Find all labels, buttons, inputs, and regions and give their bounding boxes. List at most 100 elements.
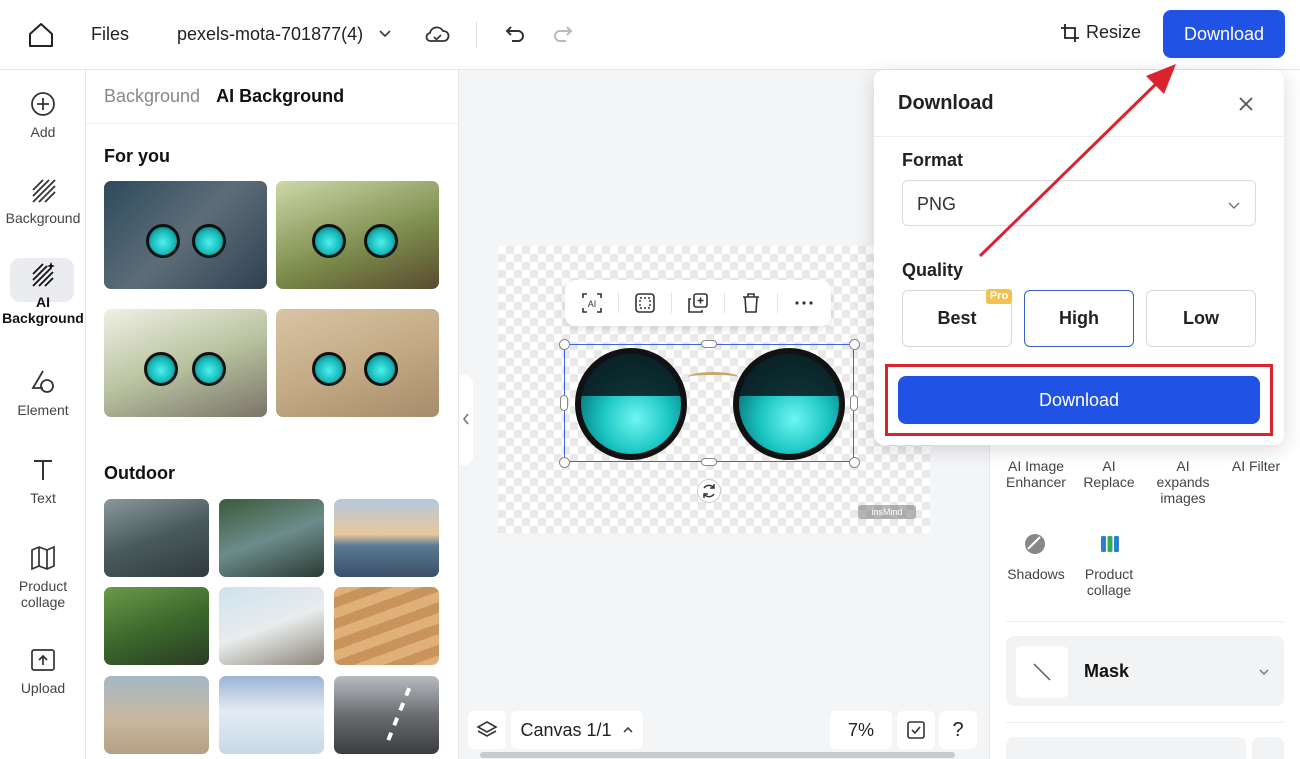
section-title-outdoor: Outdoor [104,463,175,483]
rail-item-product-collage[interactable]: Product collage [0,544,86,610]
toolbar-divider [724,293,725,313]
glasses-lens [364,224,398,259]
tool-ai-image-enhancer[interactable]: AI Image Enhancer [1002,458,1070,490]
thumbnail-for-you-3[interactable] [104,309,267,417]
format-select[interactable]: PNG [902,180,1256,226]
collage-icon [1101,536,1119,552]
road-marking [384,687,412,745]
download-button-top[interactable]: Download [1163,10,1285,58]
glasses-lens [192,352,226,387]
undo-icon[interactable] [503,22,527,46]
thumbnail-outdoor-9[interactable] [334,676,439,754]
collapse-panel-button[interactable] [459,375,473,465]
select-area-icon[interactable] [634,292,656,314]
glasses-lens [192,224,226,259]
toolbar-divider [671,293,672,313]
home-icon[interactable] [26,20,56,50]
format-value: PNG [917,194,957,214]
more-icon[interactable] [793,292,815,314]
popup-divider [874,136,1284,137]
resize-handle[interactable] [560,395,568,411]
glasses-lens [144,352,178,387]
tool-ai-replace[interactable]: AI Replace [1078,458,1140,490]
checklist-button[interactable] [897,711,935,749]
resize-button[interactable]: Resize [1060,22,1141,43]
next-section[interactable] [1006,737,1246,759]
selection-box[interactable] [564,344,854,462]
chevron-down-icon [1259,669,1269,676]
mask-section[interactable]: Mask [1006,636,1284,706]
resize-handle[interactable] [701,458,717,466]
quality-high-button[interactable]: High [1024,290,1134,347]
map-icon [31,545,55,571]
chevron-down-icon[interactable] [378,27,392,41]
format-label: Format [902,150,964,170]
rail-item-add[interactable]: Add [0,90,86,140]
hatch-icon [32,179,56,203]
panel-divider [1006,621,1284,622]
trash-icon[interactable] [740,292,762,314]
thumbnail-for-you-1[interactable] [104,181,267,289]
rail-item-background[interactable]: Background [0,176,86,226]
glasses-lens [364,352,398,387]
watermark: insMind [858,505,916,519]
tool-ai-expands-images[interactable]: AI expands images [1150,458,1216,506]
close-icon[interactable] [1236,94,1256,114]
file-name[interactable]: pexels-mota-701877(4) [177,24,363,45]
rotate-handle[interactable] [697,479,721,503]
duplicate-icon[interactable] [687,292,709,314]
thumbnail-for-you-2[interactable] [276,181,439,289]
resize-handle[interactable] [849,339,860,350]
horizontal-scrollbar[interactable] [480,752,955,758]
chevron-down-icon [1228,202,1240,210]
rail-item-element[interactable]: Element [0,368,86,418]
glasses-lens [312,352,346,387]
help-button[interactable]: ? [939,711,977,749]
files-link[interactable]: Files [91,24,129,45]
rail-label-upload: Upload [20,680,66,696]
thumbnail-outdoor-4[interactable] [104,587,209,665]
layers-button[interactable] [468,711,506,749]
thumbnail-outdoor-7[interactable] [104,676,209,754]
thumbnail-outdoor-2[interactable] [219,499,324,577]
zoom-level[interactable]: 7% [830,711,892,749]
thumbnail-outdoor-8[interactable] [219,676,324,754]
tab-ai-background[interactable]: AI Background [216,86,344,107]
rail-item-text[interactable]: Text [0,456,86,506]
thumbnail-outdoor-1[interactable] [104,499,209,577]
layers-icon [476,721,498,737]
resize-handle[interactable] [701,340,717,348]
panel-divider [1006,722,1284,723]
resize-handle[interactable] [849,457,860,468]
resize-handle[interactable] [559,457,570,468]
thumbnail-outdoor-5[interactable] [219,587,324,665]
mask-thumbnail [1016,646,1068,698]
redo-icon[interactable] [551,22,575,46]
thumbnail-outdoor-6[interactable] [334,587,439,665]
next-section-toggle[interactable] [1252,737,1284,759]
canvas-label: Canvas 1/1 [520,719,612,740]
section-title-for-you: For you [104,146,170,166]
ai-hatch-icon [32,262,55,287]
thumbnail-outdoor-3[interactable] [334,499,439,577]
quality-label: Quality [902,260,964,280]
mask-label: Mask [1084,661,1130,681]
resize-handle[interactable] [559,339,570,350]
annotation-highlight-box [885,364,1273,436]
tool-product-collage: Product collage [1084,566,1134,598]
quality-low-button[interactable]: Low [1146,290,1256,347]
canvas-selector[interactable]: Canvas 1/1 [511,711,643,749]
cloud-sync-icon[interactable] [424,22,450,48]
resize-handle[interactable] [850,395,858,411]
left-rail: Add Background AI Background Element Tex… [0,70,86,759]
svg-text:AI: AI [588,299,597,309]
glasses-lens [312,224,346,259]
tab-divider [86,123,459,124]
thumbnail-for-you-4[interactable] [276,309,439,417]
tab-background[interactable]: Background [104,86,200,107]
rail-item-ai-background[interactable]: AI Background [0,258,86,326]
rail-item-upload[interactable]: Upload [0,646,86,696]
ai-tool-icon[interactable]: AI [581,292,603,314]
tool-ai-filter[interactable]: AI Filter [1224,458,1288,474]
top-bar: Files pexels-mota-701877(4) Resize Downl… [0,0,1300,70]
